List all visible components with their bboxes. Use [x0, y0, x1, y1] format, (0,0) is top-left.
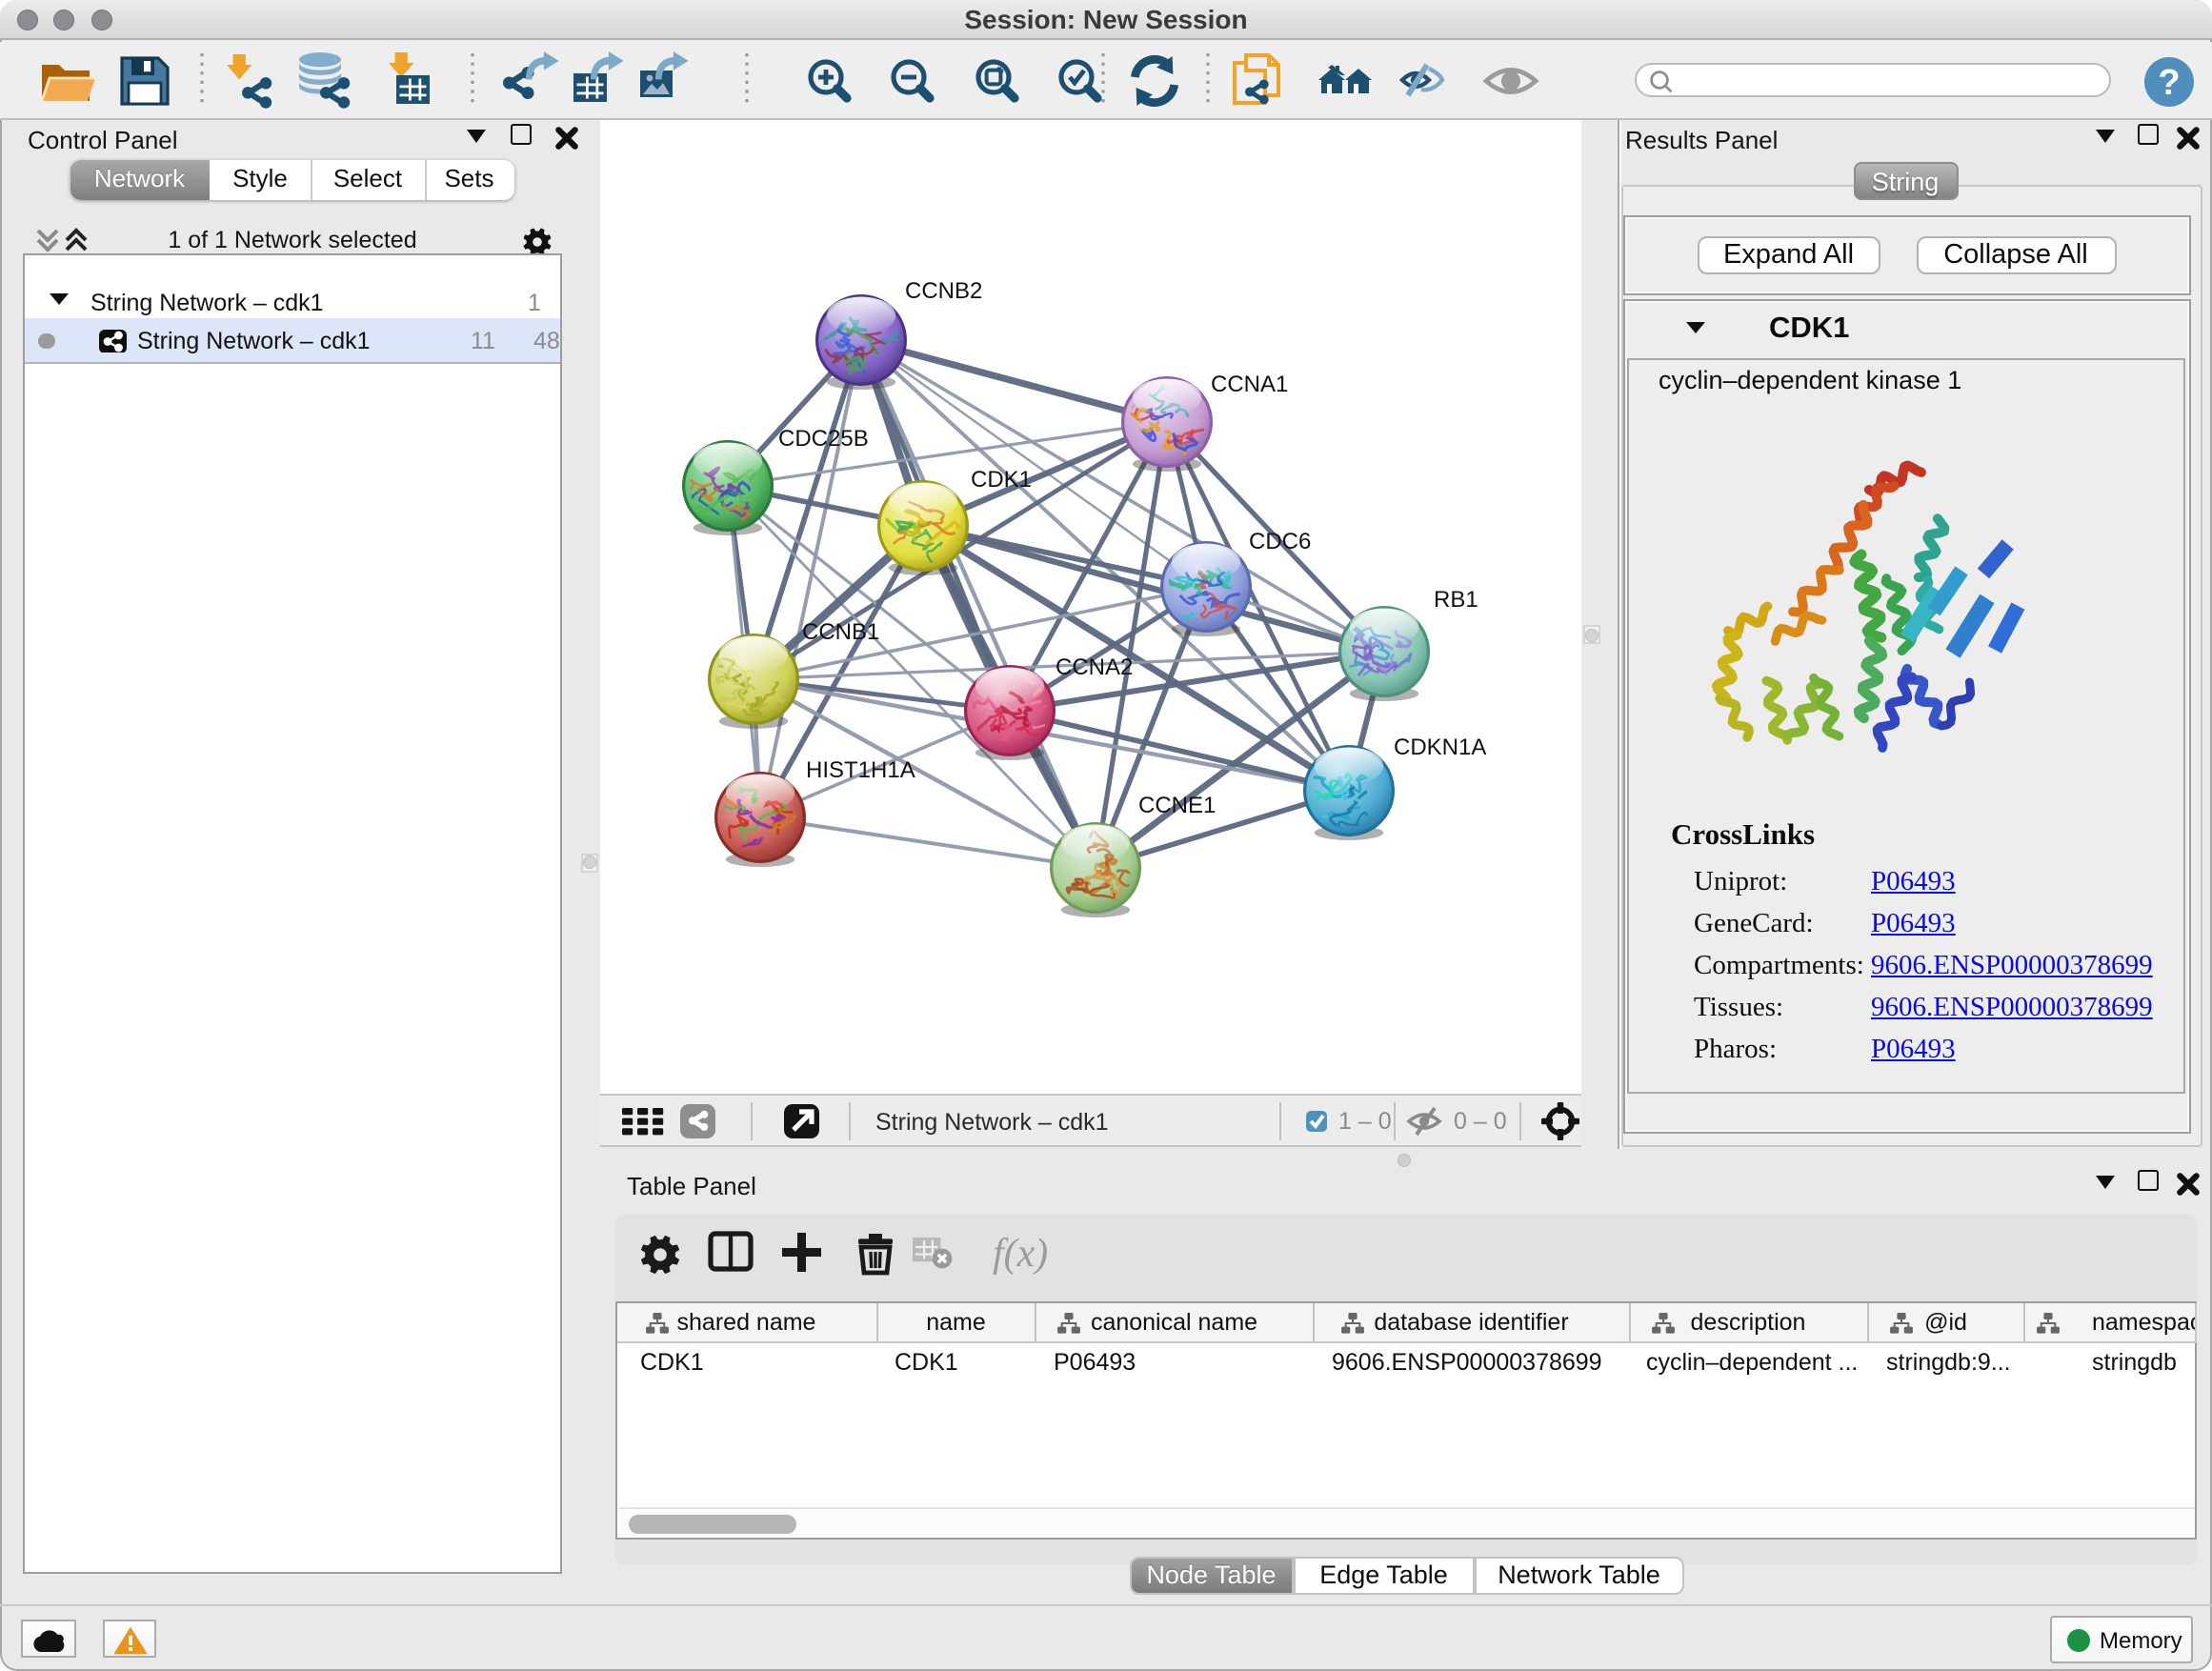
- svg-text:CCNA2: CCNA2: [1055, 654, 1132, 680]
- svg-text:CCNA1: CCNA1: [1210, 372, 1287, 397]
- svg-text:CCNE1: CCNE1: [1137, 793, 1215, 818]
- svg-text:CDC25B: CDC25B: [777, 426, 868, 452]
- svg-text:?: ?: [2158, 63, 2180, 103]
- svg-text:RB1: RB1: [1433, 587, 1478, 613]
- svg-text:CCNB2: CCNB2: [904, 278, 981, 304]
- svg-text:CDKN1A: CDKN1A: [1393, 735, 1485, 760]
- svg-text:CDC6: CDC6: [1248, 529, 1310, 554]
- svg-text:HIST1H1A: HIST1H1A: [805, 757, 915, 783]
- svg-text:1 – 0: 1 – 0: [1337, 1107, 1391, 1134]
- svg-text:String Network – cdk1: String Network – cdk1: [875, 1108, 1108, 1135]
- svg-text:f(x): f(x): [992, 1232, 1047, 1276]
- svg-text:CDK1: CDK1: [970, 467, 1031, 493]
- svg-text:CCNB1: CCNB1: [801, 619, 878, 645]
- svg-text:0 – 0: 0 – 0: [1453, 1107, 1506, 1134]
